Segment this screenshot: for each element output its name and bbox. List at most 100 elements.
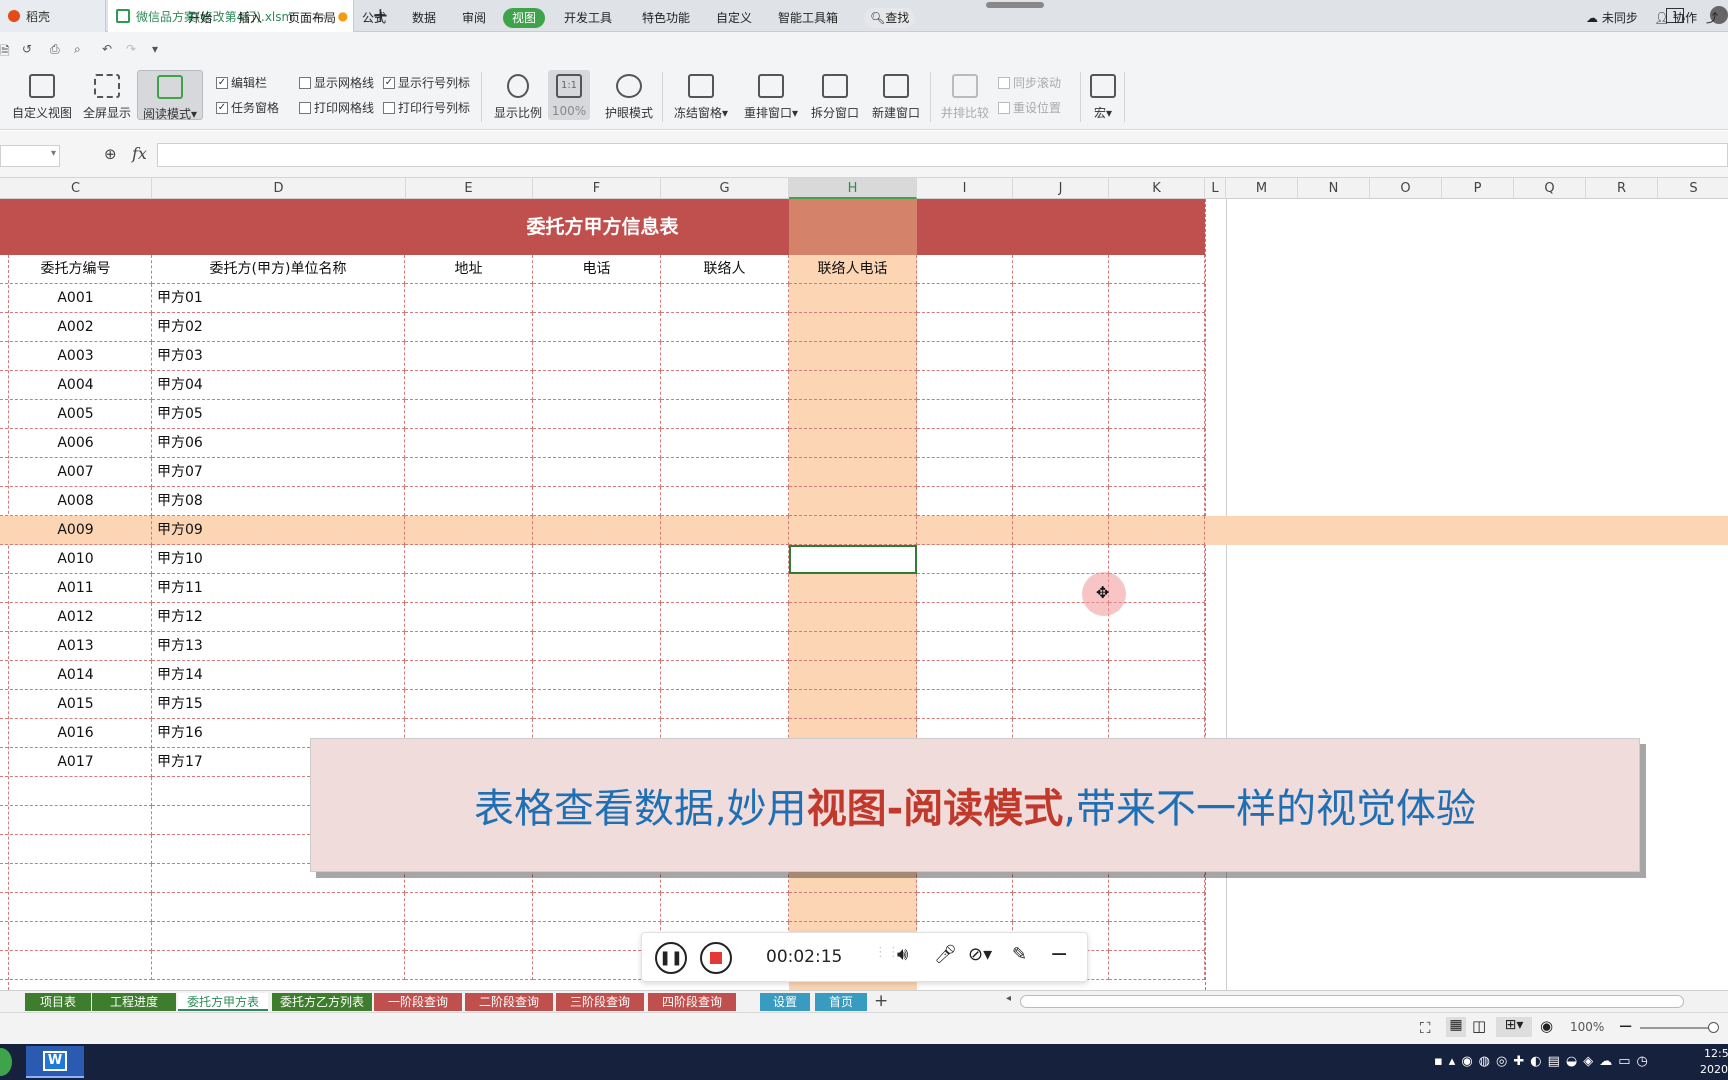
header-cell-3[interactable]: 电话 [533, 255, 661, 284]
print-icon[interactable]: ⎙ [50, 42, 60, 57]
arrange-windows-button[interactable]: 重排窗口▾ [740, 70, 802, 121]
fullscreen-button[interactable]: 全屏显示 [80, 70, 134, 121]
row-name-cell[interactable]: 甲方03 [152, 342, 405, 371]
table-cell[interactable] [405, 661, 533, 690]
table-cell[interactable] [789, 574, 917, 603]
table-cell[interactable] [789, 661, 917, 690]
row-name-cell[interactable]: 甲方05 [152, 400, 405, 429]
sheet-tab-8[interactable]: 设置 [760, 993, 810, 1011]
row-id-cell[interactable]: A003 [0, 342, 152, 371]
table-cell[interactable] [0, 951, 152, 980]
undo-icon[interactable]: ↶ [102, 42, 112, 56]
table-cell[interactable] [533, 342, 661, 371]
page-layout-icon[interactable]: ◫ [1472, 1017, 1486, 1035]
table-cell[interactable] [1013, 371, 1109, 400]
table-cell[interactable] [917, 342, 1013, 371]
row-name-cell[interactable]: 甲方14 [152, 661, 405, 690]
menu-item-3[interactable]: 公式 [362, 8, 386, 28]
normal-view-icon[interactable]: ▦ [1446, 1017, 1466, 1037]
table-cell[interactable] [917, 661, 1013, 690]
table-cell[interactable] [917, 371, 1013, 400]
row-name-cell[interactable]: 甲方13 [152, 632, 405, 661]
table-cell[interactable] [1109, 922, 1205, 951]
table-cell[interactable] [661, 371, 789, 400]
table-cell[interactable] [917, 487, 1013, 516]
table-cell[interactable] [917, 284, 1013, 313]
header-cell-4[interactable]: 联络人 [661, 255, 789, 284]
table-cell[interactable] [661, 632, 789, 661]
table-cell[interactable] [1109, 400, 1205, 429]
stop-button[interactable] [700, 942, 732, 974]
table-cell[interactable] [661, 342, 789, 371]
table-cell[interactable] [533, 574, 661, 603]
table-cell[interactable] [1109, 342, 1205, 371]
table-cell[interactable] [917, 429, 1013, 458]
empty-header-cell[interactable] [917, 255, 1013, 284]
menu-item-8[interactable]: 特色功能 [642, 8, 690, 28]
collaborate-button[interactable]: 👤︎ 协作 [1654, 8, 1697, 28]
table-cell[interactable] [917, 516, 1013, 545]
column-header-L[interactable]: L [1205, 178, 1226, 199]
menu-item-9[interactable]: 自定义 [716, 8, 752, 28]
start-button-icon[interactable] [0, 1048, 12, 1076]
table-cell[interactable] [1013, 893, 1109, 922]
header-cell-0[interactable]: 委托方编号 [0, 255, 152, 284]
table-cell[interactable] [1013, 661, 1109, 690]
column-header-E[interactable]: E [405, 178, 533, 199]
empty-header-cell[interactable] [1013, 255, 1109, 284]
table-cell[interactable] [1109, 951, 1205, 980]
menu-item-4[interactable]: 数据 [412, 8, 436, 28]
column-header-D[interactable]: D [152, 178, 406, 199]
empty-header-cell[interactable] [1109, 255, 1205, 284]
eye-status-icon[interactable]: ◉ [1540, 1017, 1553, 1035]
table-cell[interactable] [405, 400, 533, 429]
side-by-side-button[interactable]: 并排比较 [938, 70, 992, 121]
menu-item-1[interactable]: 插入 [238, 8, 262, 28]
table-cell[interactable] [533, 516, 661, 545]
column-header-C[interactable]: C [0, 178, 152, 199]
system-tray-icons[interactable]: ▪▴◉◍◎✚◐▤◒◈☁▭◷ [1434, 1054, 1654, 1069]
row-name-cell[interactable]: 甲方11 [152, 574, 405, 603]
menu-item-7[interactable]: 开发工具 [564, 8, 612, 28]
table-cell[interactable] [1013, 400, 1109, 429]
row-id-cell[interactable]: A007 [0, 458, 152, 487]
table-cell[interactable] [1013, 284, 1109, 313]
table-cell[interactable] [533, 690, 661, 719]
table-cell[interactable] [0, 864, 152, 893]
table-cell[interactable] [1109, 893, 1205, 922]
table-cell[interactable] [661, 516, 789, 545]
table-cell[interactable] [789, 690, 917, 719]
table-cell[interactable] [789, 516, 917, 545]
table-cell[interactable] [533, 284, 661, 313]
undo-history-icon[interactable]: ↺ [22, 42, 32, 56]
table-cell[interactable] [789, 313, 917, 342]
sheet-tab-6[interactable]: 三阶段查询 [556, 993, 644, 1011]
table-cell[interactable] [1109, 603, 1205, 632]
table-cell[interactable] [1109, 661, 1205, 690]
selected-cell-H10[interactable] [789, 545, 917, 574]
zoom-slider-thumb[interactable] [1708, 1022, 1719, 1033]
table-cell[interactable] [533, 893, 661, 922]
table-cell[interactable] [789, 284, 917, 313]
table-cell[interactable] [533, 661, 661, 690]
table-cell[interactable] [1109, 487, 1205, 516]
column-header-H[interactable]: H [789, 178, 917, 199]
row-id-cell[interactable]: A005 [0, 400, 152, 429]
sheet-tab-0[interactable]: 项目表 [25, 993, 91, 1011]
table-cell[interactable] [1013, 458, 1109, 487]
column-header-M[interactable]: M [1226, 178, 1298, 199]
table-cell[interactable] [1109, 429, 1205, 458]
row-id-cell[interactable]: A017 [0, 748, 152, 777]
microphone-icon[interactable]: 🎤︎ [934, 944, 957, 965]
pen-icon[interactable]: ✎ [1012, 944, 1027, 965]
row-id-cell[interactable]: A004 [0, 371, 152, 400]
table-cell[interactable] [405, 487, 533, 516]
table-cell[interactable] [789, 371, 917, 400]
table-cell[interactable] [1013, 516, 1109, 545]
table-cell[interactable] [789, 603, 917, 632]
row-id-cell[interactable]: A010 [0, 545, 152, 574]
read-mode-button[interactable]: 阅读模式▾ [137, 70, 203, 121]
sheet-tab-5[interactable]: 二阶段查询 [465, 993, 553, 1011]
fx-icon[interactable]: fx [132, 144, 147, 163]
column-header-F[interactable]: F [533, 178, 661, 199]
